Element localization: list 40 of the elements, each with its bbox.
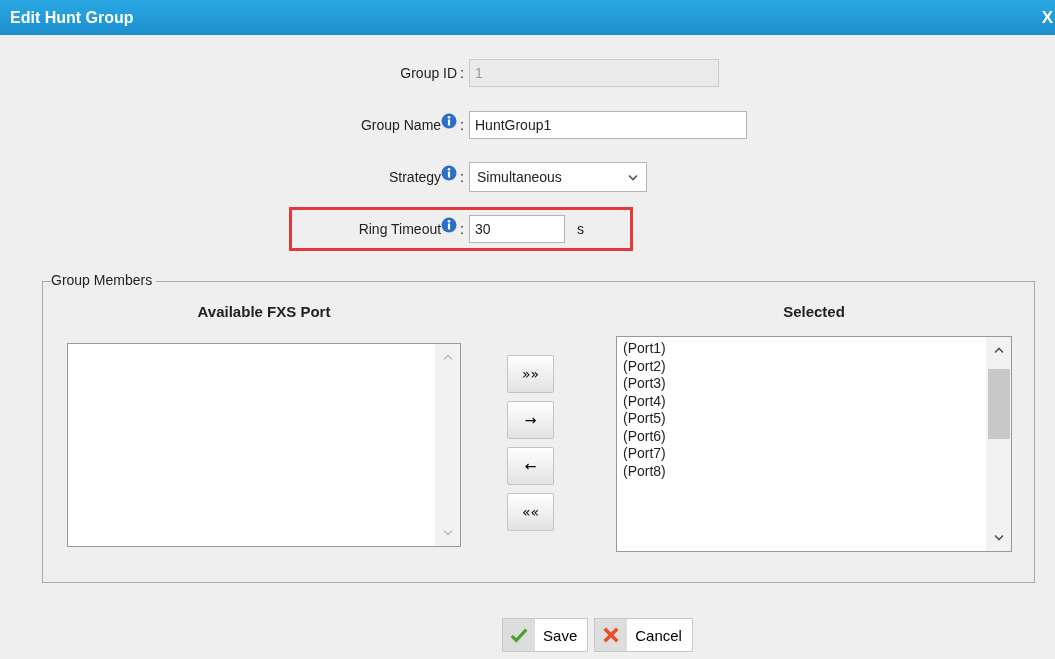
list-item[interactable]: (Port1) [623,340,980,358]
check-icon [510,626,529,644]
move-button[interactable]: → [507,401,554,439]
column-heading: Selected [782,303,846,322]
field-label: Group Name [360,117,442,133]
list-item[interactable]: (Port8) [623,462,980,480]
list-item[interactable]: (Port7) [623,445,980,463]
list-item[interactable]: (Port4) [623,392,980,410]
list-item[interactable]: (Port3) [623,375,980,393]
list-item[interactable]: (Port5) [623,410,980,428]
info-icon[interactable] [441,165,458,181]
column-heading: Available FXS Port [196,303,332,322]
move-button[interactable]: »» [507,355,554,393]
colon: : [460,65,464,81]
field-label: Strategy [388,169,442,185]
list-item[interactable]: (Port6) [623,427,980,445]
input-field[interactable]: 30 [469,215,565,243]
info-icon[interactable] [441,113,458,129]
cancel-button[interactable]: Cancel [594,618,693,652]
cross-icon [602,626,621,644]
scrollbar[interactable] [986,337,1011,551]
caret-icon [628,173,638,181]
selected-list[interactable]: (Port1) (Port2) (Port3) (Port4) (Port5) (Port6) (Port7) (Port8) [616,336,1012,552]
field-label: Group ID [400,65,458,81]
save-button[interactable]: Save [502,618,589,652]
move-button[interactable]: ← [507,447,554,485]
field-label: Ring Timeout [358,221,442,237]
colon: : [460,169,464,185]
list-item[interactable]: (Port2) [623,357,980,375]
info-icon[interactable] [441,217,458,233]
scroll-down-icon[interactable] [993,534,1004,541]
dialog-title: Edit Hunt Group [10,8,134,27]
input-field[interactable]: HuntGroup1 [469,111,747,139]
unit-label: s [577,221,584,237]
panel-legend: Group Members [51,272,157,288]
strategy-dropdown[interactable]: Simultaneous [469,162,647,192]
scroll-up-icon[interactable] [993,347,1004,354]
move-button[interactable]: «« [507,493,554,531]
colon: : [460,221,464,237]
colon: : [460,117,464,133]
